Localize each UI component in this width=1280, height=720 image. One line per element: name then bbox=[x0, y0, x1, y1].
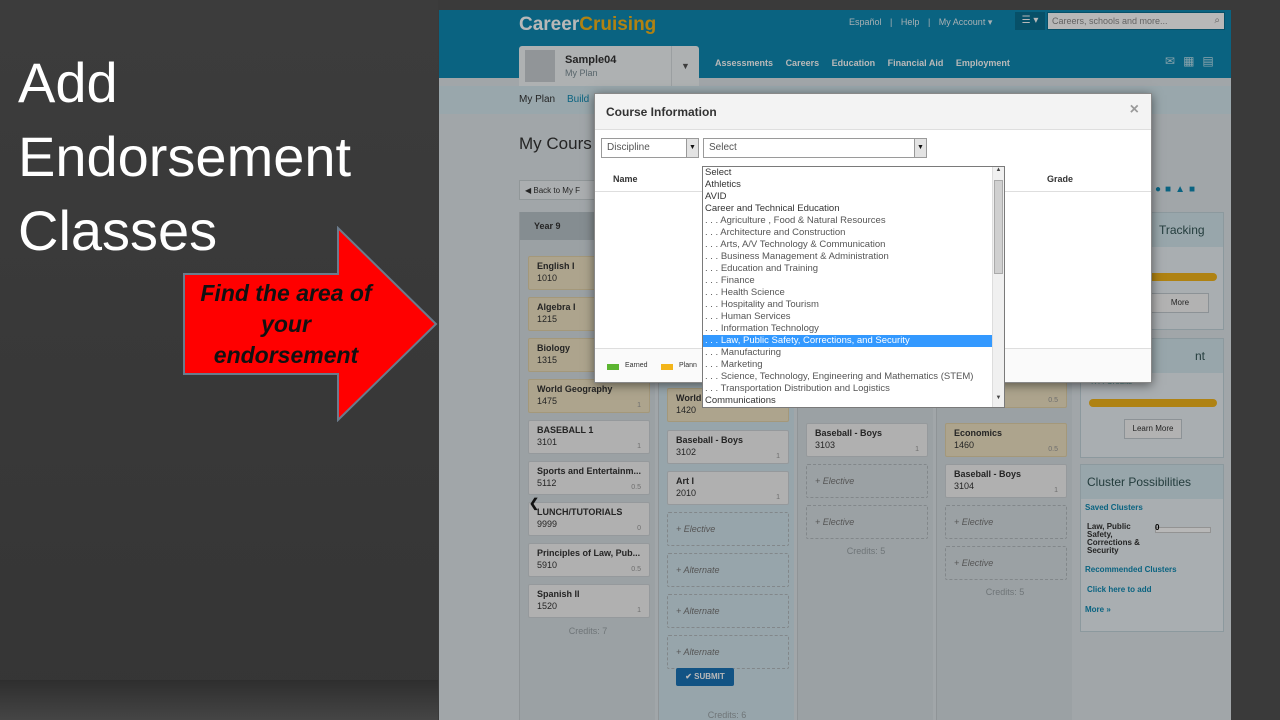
dropdown-option[interactable]: . . . Agriculture , Food & Natural Resou… bbox=[703, 215, 993, 227]
screenshot-frame: CareerCruising Español | Help | My Accou… bbox=[439, 0, 1280, 720]
slide-title-line-1: Add bbox=[18, 51, 118, 114]
dropdown-option[interactable]: . . . Transportation Distribution and Lo… bbox=[703, 383, 993, 395]
dropdown-option[interactable]: . . . Arts, A/V Technology & Communicati… bbox=[703, 239, 993, 251]
discipline-select[interactable]: Discipline ▼ bbox=[601, 138, 699, 158]
scroll-down-icon[interactable]: ▼ bbox=[993, 395, 1004, 407]
dropdown-option[interactable]: . . . Architecture and Construction bbox=[703, 227, 993, 239]
dropdown-option[interactable]: . . . Health Science bbox=[703, 287, 993, 299]
dropdown-option[interactable]: . . . Science, Technology, Engineering a… bbox=[703, 371, 993, 383]
callout-text: Find the area of your endorsement bbox=[200, 280, 372, 368]
dropdown-option[interactable]: Select bbox=[703, 167, 993, 179]
dropdown-option[interactable]: . . . Business Management & Administrati… bbox=[703, 251, 993, 263]
legend-planned: Plann bbox=[679, 362, 697, 369]
dropdown-option[interactable]: . . . Human Services bbox=[703, 311, 993, 323]
dropdown-option[interactable]: Career and Technical Education bbox=[703, 203, 993, 215]
dropdown-option[interactable]: . . . Law, Public Safety, Corrections, a… bbox=[703, 335, 993, 347]
slide-bottom-band bbox=[0, 680, 438, 720]
modal-title: Course Information bbox=[595, 94, 1151, 130]
dropdown-option[interactable]: Athletics bbox=[703, 179, 993, 191]
dropdown-option[interactable]: . . . Marketing bbox=[703, 359, 993, 371]
dropdown-option[interactable]: . . . Education and Training bbox=[703, 263, 993, 275]
legend-earned: Earned bbox=[625, 362, 648, 369]
dropdown-scrollbar[interactable]: ▲ ▼ bbox=[992, 167, 1004, 407]
close-icon[interactable]: × bbox=[1130, 101, 1139, 119]
chevron-left-icon[interactable]: ❮ bbox=[529, 496, 539, 510]
dropdown-option[interactable]: . . . Hospitality and Tourism bbox=[703, 299, 993, 311]
dropdown-option[interactable]: . . . Information Technology bbox=[703, 323, 993, 335]
category-select[interactable]: Select ▼ bbox=[703, 138, 927, 158]
planned-swatch bbox=[661, 364, 673, 370]
dropdown-option[interactable]: Communications bbox=[703, 395, 993, 407]
career-cruising-app: CareerCruising Español | Help | My Accou… bbox=[439, 10, 1231, 720]
slide-title-line-2: Endorsement bbox=[18, 125, 352, 188]
col-name: Name bbox=[613, 174, 638, 184]
earned-swatch bbox=[607, 364, 619, 370]
col-grade: Grade bbox=[1047, 174, 1074, 184]
dropdown-option[interactable]: . . . Manufacturing bbox=[703, 347, 993, 359]
scroll-thumb[interactable] bbox=[994, 180, 1003, 274]
dropdown-option[interactable]: AVID bbox=[703, 191, 993, 203]
scroll-up-icon[interactable]: ▲ bbox=[993, 167, 1004, 179]
category-dropdown-list[interactable]: Select Athletics AVID Career and Technical … bbox=[702, 166, 1005, 408]
chevron-down-icon[interactable]: ▼ bbox=[914, 139, 926, 157]
chevron-down-icon[interactable]: ▼ bbox=[686, 139, 698, 157]
dropdown-option[interactable]: . . . Finance bbox=[703, 275, 993, 287]
